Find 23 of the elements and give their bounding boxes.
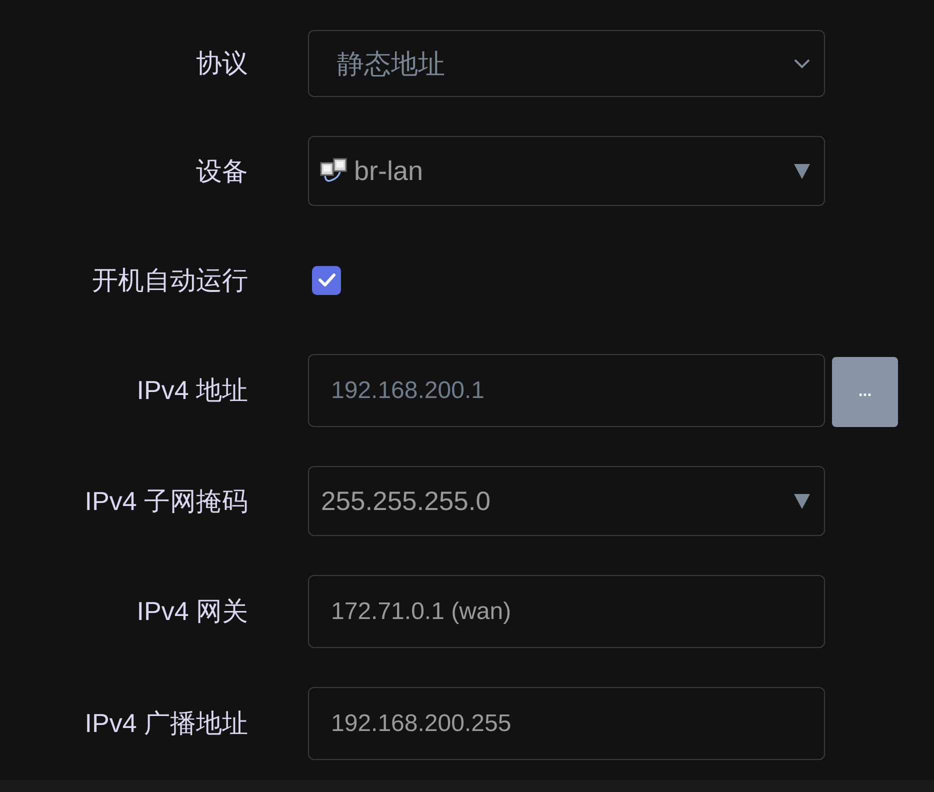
- field-label: IPv4 网关: [136, 595, 248, 628]
- input-field[interactable]: 172.71.0.1 (wan): [308, 575, 825, 648]
- select-value: br-lan: [354, 156, 424, 186]
- field-label: 设备: [196, 154, 248, 188]
- chevron-down-icon: [794, 58, 810, 68]
- checkmark-icon: [318, 273, 336, 287]
- field-label: 协议: [196, 47, 248, 80]
- select-value: 255.255.255.0: [321, 486, 492, 516]
- checkbox[interactable]: [312, 266, 341, 294]
- caret-down-icon: [794, 493, 810, 509]
- input-field[interactable]: 192.168.200.1: [308, 354, 825, 427]
- field-label: 开机自动运行: [92, 264, 248, 296]
- network-icon: [320, 158, 348, 184]
- field-label: IPv4 地址: [136, 374, 248, 407]
- field-label: IPv4 广播地址: [84, 707, 248, 740]
- device-select[interactable]: br-lan: [308, 136, 825, 206]
- more-button[interactable]: ...: [832, 357, 898, 427]
- select-value: 静态地址: [337, 48, 446, 80]
- caret-down-icon: [794, 163, 810, 179]
- input-field[interactable]: 192.168.200.255: [308, 687, 825, 760]
- netmask-select[interactable]: 255.255.255.0: [308, 466, 825, 536]
- field-label: IPv4 子网掩码: [84, 484, 248, 518]
- protocol-select[interactable]: 静态地址: [308, 30, 825, 97]
